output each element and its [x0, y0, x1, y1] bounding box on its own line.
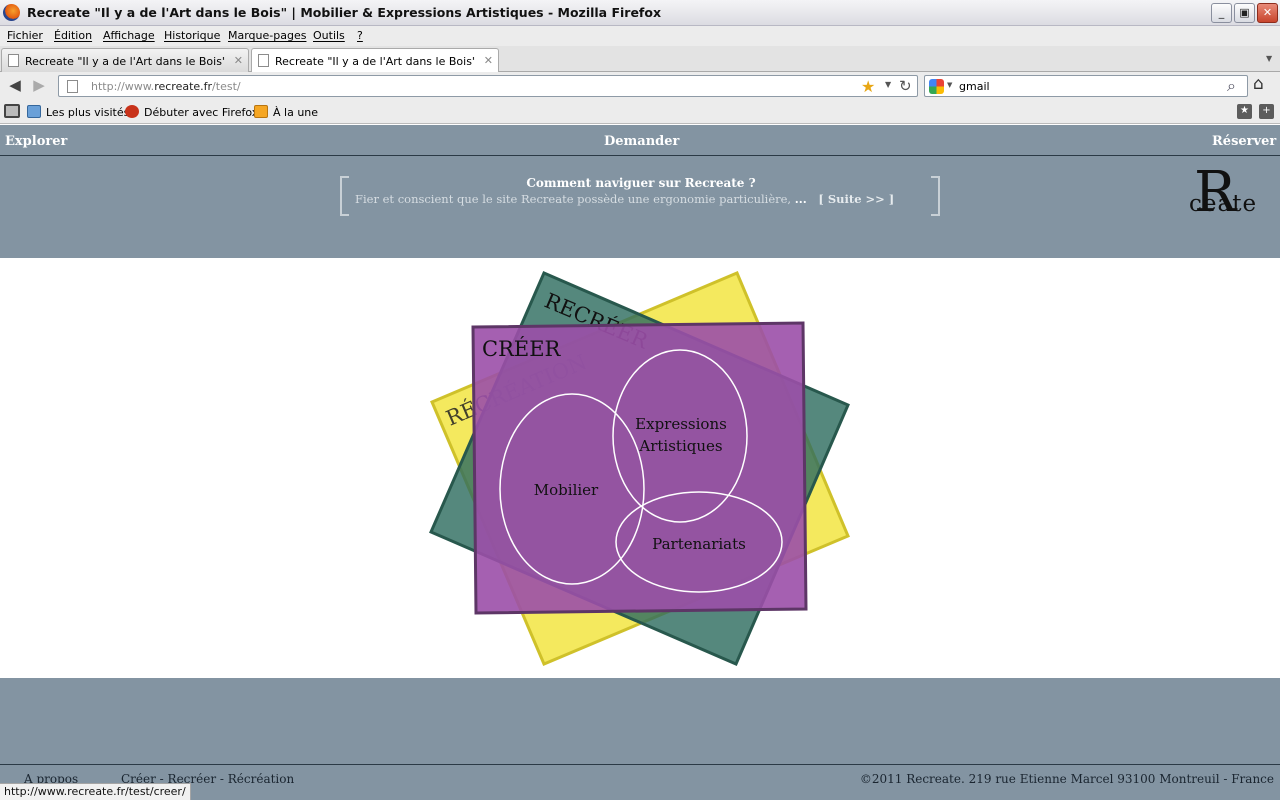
url-text: http://www.recreate.fr/test/: [91, 80, 241, 93]
creation-diagram: RÉCRÉATION RECRÉER CRÉER Mobilier Expres…: [429, 271, 850, 666]
tab-2[interactable]: Recreate "Il y a de l'Art dans le Bois" …: [251, 48, 499, 73]
footer-copyright: ©2011 Recreate. 219 rue Etienne Marcel 9…: [859, 772, 1274, 786]
home-icon[interactable]: ⌂: [1253, 74, 1264, 94]
close-tab-icon[interactable]: ✕: [234, 54, 243, 67]
howto-text: Fier et conscient que le site Recreate p…: [355, 192, 895, 206]
howto-title: Comment naviguer sur Recreate ?: [526, 176, 756, 190]
window-title: Recreate "Il y a de l'Art dans le Bois" …: [27, 5, 662, 20]
partenariats-label: Partenariats: [652, 535, 746, 553]
logo-text: ceate: [1189, 191, 1258, 217]
bookmark-headlines[interactable]: À la une: [254, 105, 318, 119]
firefox-bookmark-icon: [125, 105, 139, 118]
search-icon[interactable]: ⌕: [1227, 76, 1236, 96]
status-bar: http://www.recreate.fr/test/creer/: [0, 783, 191, 800]
tab-bar: Recreate "Il y a de l'Art dans le Bois" …: [0, 46, 1280, 73]
navigation-toolbar: ◀ ▶ http://www.recreate.fr/test/ ★ ▼ ↻ ▼…: [0, 72, 1280, 100]
bookmarks-star-icon[interactable]: ★: [1237, 104, 1252, 119]
forward-button[interactable]: ▶: [28, 75, 50, 97]
add-bookmark-icon[interactable]: +: [1259, 104, 1274, 119]
footer-divider: [0, 764, 1280, 765]
firefox-icon: [3, 4, 20, 21]
page-icon: [258, 54, 269, 67]
page-icon: [8, 54, 19, 67]
search-box[interactable]: ▼ gmail ⌕: [924, 75, 1248, 97]
creer-label: CRÉER: [482, 337, 562, 361]
maximize-button[interactable]: ▣: [1234, 3, 1255, 23]
nav-reserver[interactable]: Réserver: [1212, 134, 1276, 149]
print-icon[interactable]: [4, 104, 20, 118]
page-icon: [67, 80, 78, 93]
menu-outils[interactable]: Outils: [313, 29, 345, 42]
magnifier-icon: [27, 105, 41, 118]
history-dropdown-icon[interactable]: ▼: [885, 80, 891, 89]
menu-historique[interactable]: Historique: [164, 29, 220, 42]
header-divider: [0, 155, 1280, 156]
tab-label: Recreate "Il y a de l'Art dans le Bois" …: [275, 55, 475, 68]
back-button[interactable]: ◀: [4, 75, 26, 97]
reload-icon[interactable]: ↻: [899, 77, 912, 95]
window-titlebar: Recreate "Il y a de l'Art dans le Bois" …: [0, 0, 1280, 26]
menu-help[interactable]: ?: [357, 29, 363, 42]
google-icon[interactable]: [929, 79, 944, 94]
search-input[interactable]: gmail: [959, 80, 990, 93]
mobilier-label: Mobilier: [534, 481, 599, 499]
close-window-button[interactable]: ✕: [1257, 3, 1278, 23]
menu-affichage[interactable]: Affichage: [103, 29, 155, 42]
tab-1[interactable]: Recreate "Il y a de l'Art dans le Bois" …: [1, 48, 249, 72]
bookmark-getting-started[interactable]: Débuter avec Firefox: [125, 105, 258, 119]
search-engine-dropdown-icon[interactable]: ▼: [947, 81, 952, 89]
recreate-logo[interactable]: R ceate: [1186, 163, 1266, 231]
expressions-label: Expressions: [635, 415, 727, 433]
nav-demander[interactable]: Demander: [604, 134, 679, 149]
bookmark-most-visited[interactable]: Les plus visités: [27, 105, 129, 119]
menu-fichier[interactable]: Fichier: [7, 29, 43, 42]
nav-explorer[interactable]: Explorer: [5, 134, 67, 149]
read-more-link[interactable]: [ Suite >> ]: [818, 192, 894, 206]
minimize-button[interactable]: _: [1211, 3, 1232, 23]
url-bar[interactable]: http://www.recreate.fr/test/ ★ ▼ ↻: [58, 75, 918, 97]
bookmark-star-icon[interactable]: ★: [861, 77, 875, 96]
rss-icon: [254, 105, 268, 118]
site-header: Explorer Demander Réserver Comment navig…: [0, 125, 1280, 258]
tab-label: Recreate "Il y a de l'Art dans le Bois" …: [25, 55, 225, 68]
menu-marque-pages[interactable]: Marque-pages: [228, 29, 306, 42]
bookmarks-toolbar: Les plus visités Débuter avec Firefox À …: [0, 100, 1280, 124]
main-content: RÉCRÉATION RECRÉER CRÉER Mobilier Expres…: [0, 258, 1280, 678]
close-tab-icon[interactable]: ✕: [484, 54, 493, 67]
site-footer: A propos Créer - Recréer - Récréation ©2…: [0, 678, 1280, 800]
artistiques-label: Artistiques: [638, 437, 722, 455]
tab-list-icon[interactable]: ▼: [1266, 54, 1272, 63]
menu-edition[interactable]: Édition: [54, 29, 92, 42]
menu-bar: Fichier Édition Affichage Historique Mar…: [0, 26, 1280, 46]
